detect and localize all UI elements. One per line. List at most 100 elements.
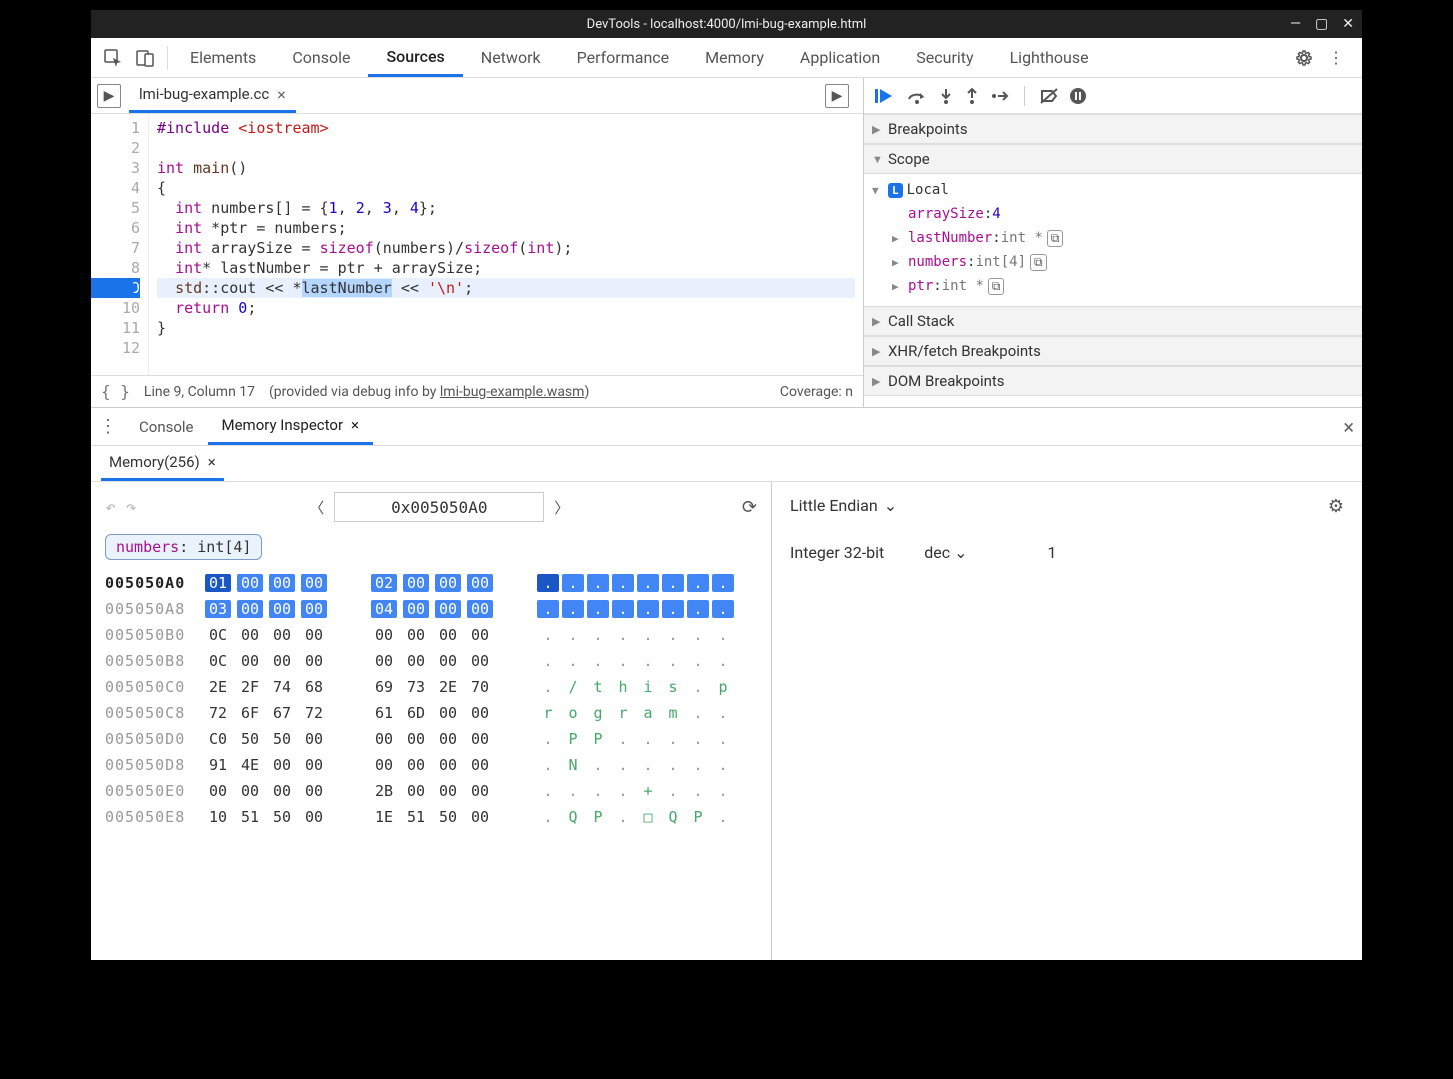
- memory-byte[interactable]: 00: [237, 782, 263, 800]
- step-out-icon[interactable]: [964, 87, 980, 105]
- scope-var-lastNumber[interactable]: ▶lastNumber: int *⧉: [872, 226, 1354, 250]
- memory-byte[interactable]: 1E: [371, 808, 397, 826]
- memory-byte[interactable]: 00: [301, 600, 327, 618]
- memory-byte[interactable]: 00: [301, 574, 327, 592]
- memory-byte[interactable]: 0C: [205, 652, 231, 670]
- memory-byte[interactable]: 00: [435, 652, 461, 670]
- memory-buffer-tab[interactable]: Memory(256) ×: [101, 446, 224, 481]
- address-input[interactable]: [334, 492, 544, 522]
- tab-performance[interactable]: Performance: [559, 38, 688, 77]
- memory-byte[interactable]: 04: [371, 600, 397, 618]
- memory-byte[interactable]: 00: [467, 600, 493, 618]
- memory-byte[interactable]: 00: [435, 730, 461, 748]
- memory-byte[interactable]: 50: [237, 730, 263, 748]
- deactivate-breakpoints-icon[interactable]: [1039, 87, 1059, 105]
- memory-byte[interactable]: 00: [301, 626, 327, 644]
- memory-byte[interactable]: 00: [237, 652, 263, 670]
- xhr-breakpoints-section[interactable]: ▶XHR/fetch Breakpoints: [864, 336, 1362, 366]
- value-format-select[interactable]: dec ⌄: [924, 543, 967, 562]
- wasm-link[interactable]: lmi-bug-example.wasm: [440, 384, 585, 400]
- history-back-icon[interactable]: ↶: [105, 497, 116, 518]
- drawer-tab-memory-inspector[interactable]: Memory Inspector ×: [208, 408, 374, 445]
- memory-byte[interactable]: 6D: [403, 704, 429, 722]
- memory-byte[interactable]: 00: [403, 600, 429, 618]
- memory-settings-icon[interactable]: ⚙: [1328, 496, 1344, 517]
- memory-byte[interactable]: 00: [269, 626, 295, 644]
- memory-byte[interactable]: 00: [269, 574, 295, 592]
- editor-file-tab[interactable]: lmi-bug-example.cc ×: [129, 78, 296, 113]
- memory-byte[interactable]: 00: [467, 626, 493, 644]
- memory-byte[interactable]: 00: [371, 626, 397, 644]
- memory-byte[interactable]: 73: [403, 678, 429, 696]
- refresh-icon[interactable]: ⟳: [742, 497, 757, 518]
- drawer-menu-icon[interactable]: ⋮: [99, 416, 117, 437]
- memory-byte[interactable]: 00: [435, 626, 461, 644]
- kebab-menu-icon[interactable]: ⋮: [1322, 44, 1350, 72]
- close-drawer-icon[interactable]: ×: [1343, 415, 1354, 439]
- memory-byte[interactable]: 51: [403, 808, 429, 826]
- memory-byte[interactable]: 00: [467, 574, 493, 592]
- memory-byte[interactable]: C0: [205, 730, 231, 748]
- code-area[interactable]: #include <iostream>int main(){ int numbe…: [149, 114, 863, 375]
- resume-icon[interactable]: [874, 87, 896, 105]
- memory-byte[interactable]: 00: [467, 704, 493, 722]
- scope-var-arraySize[interactable]: arraySize: 4: [872, 202, 1354, 226]
- step-icon[interactable]: [990, 87, 1010, 105]
- memory-byte[interactable]: 01: [205, 574, 231, 592]
- memory-byte[interactable]: 00: [403, 756, 429, 774]
- memory-byte[interactable]: 2B: [371, 782, 397, 800]
- memory-object-chip[interactable]: numbers: int[4]: [105, 534, 262, 560]
- memory-byte[interactable]: 68: [301, 678, 327, 696]
- memory-byte[interactable]: 50: [269, 808, 295, 826]
- memory-byte[interactable]: 2E: [435, 678, 461, 696]
- memory-byte[interactable]: 00: [435, 756, 461, 774]
- memory-byte[interactable]: 00: [237, 574, 263, 592]
- memory-byte[interactable]: 72: [205, 704, 231, 722]
- memory-byte[interactable]: 00: [403, 652, 429, 670]
- tab-network[interactable]: Network: [463, 38, 559, 77]
- scope-section[interactable]: ▼Scope: [864, 144, 1362, 174]
- device-icon[interactable]: [131, 44, 159, 72]
- close-memory-tab-icon[interactable]: ×: [208, 453, 216, 471]
- breakpoints-section[interactable]: ▶Breakpoints: [864, 114, 1362, 144]
- close-drawer-tab-icon[interactable]: ×: [351, 416, 359, 434]
- drawer-tab-console[interactable]: Console: [125, 408, 208, 445]
- tab-elements[interactable]: Elements: [172, 38, 274, 77]
- callstack-section[interactable]: ▶Call Stack: [864, 306, 1362, 336]
- memory-byte[interactable]: 61: [371, 704, 397, 722]
- memory-byte[interactable]: 69: [371, 678, 397, 696]
- memory-byte[interactable]: 00: [467, 730, 493, 748]
- memory-byte[interactable]: 2F: [237, 678, 263, 696]
- memory-byte[interactable]: 70: [467, 678, 493, 696]
- pretty-print-icon[interactable]: { }: [101, 382, 130, 401]
- memory-byte[interactable]: 00: [269, 600, 295, 618]
- gear-icon[interactable]: [1290, 44, 1318, 72]
- show-navigator-icon[interactable]: ▶: [97, 84, 121, 108]
- tab-lighthouse[interactable]: Lighthouse: [992, 38, 1107, 77]
- close-window-icon[interactable]: ✕: [1342, 16, 1354, 32]
- memory-byte[interactable]: 72: [301, 704, 327, 722]
- memory-byte[interactable]: 00: [403, 730, 429, 748]
- memory-byte[interactable]: 00: [301, 756, 327, 774]
- tab-memory[interactable]: Memory: [687, 38, 782, 77]
- memory-byte[interactable]: 00: [467, 782, 493, 800]
- memory-byte[interactable]: 03: [205, 600, 231, 618]
- history-fwd-icon[interactable]: ↷: [126, 497, 137, 518]
- memory-byte[interactable]: 4E: [237, 756, 263, 774]
- close-file-icon[interactable]: ×: [277, 85, 286, 104]
- memory-byte[interactable]: 00: [237, 600, 263, 618]
- tab-application[interactable]: Application: [782, 38, 898, 77]
- minimize-icon[interactable]: —: [1290, 16, 1301, 32]
- tab-security[interactable]: Security: [898, 38, 991, 77]
- memory-byte[interactable]: 51: [237, 808, 263, 826]
- memory-byte[interactable]: 00: [467, 808, 493, 826]
- memory-byte[interactable]: 00: [371, 652, 397, 670]
- next-page-icon[interactable]: 〉: [554, 497, 569, 518]
- memory-byte[interactable]: 00: [403, 626, 429, 644]
- memory-byte[interactable]: 00: [301, 652, 327, 670]
- memory-byte[interactable]: 00: [205, 782, 231, 800]
- maximize-icon[interactable]: ▢: [1315, 16, 1328, 32]
- more-tabs-icon[interactable]: ▶: [825, 84, 849, 108]
- memory-byte[interactable]: 00: [435, 704, 461, 722]
- pause-exceptions-icon[interactable]: [1069, 87, 1087, 105]
